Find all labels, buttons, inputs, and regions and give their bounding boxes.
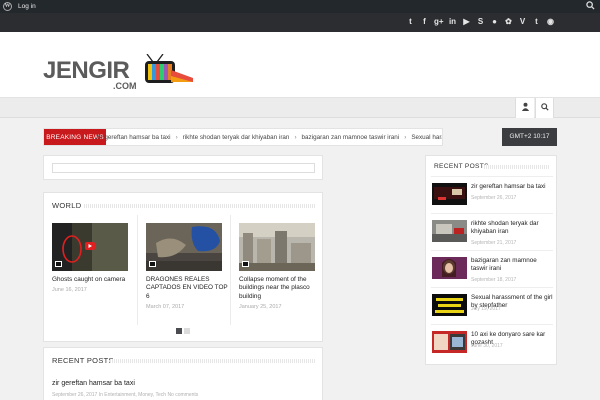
card-title[interactable]: DRAGONES REALES CAPTADOS EN VIDEO TOP 6 xyxy=(146,276,228,301)
flickr-icon[interactable]: ● xyxy=(490,16,499,27)
sidebar-post-title[interactable]: rikhte shodan teryak dar khiyaban iran xyxy=(471,220,553,236)
title-rule xyxy=(84,204,316,208)
login-link[interactable]: Log in xyxy=(18,3,36,10)
ticker-item[interactable]: Sexual harassment of the girl by stepfat… xyxy=(411,134,442,141)
sidebar-post-title[interactable]: zir gereftan hamsar ba taxi xyxy=(471,183,553,191)
sidebar-recent-posts: RECENT POSTS zir gereftan hamsar ba taxi… xyxy=(425,155,557,365)
search-input[interactable] xyxy=(52,163,315,173)
admin-bar: W Log in xyxy=(0,0,600,13)
sidebar-post-item[interactable]: bazigaran zan mamnoe taswir irani Septem… xyxy=(431,250,553,287)
linkedin-icon[interactable]: in xyxy=(448,16,457,27)
title-rule xyxy=(484,165,550,169)
post-thumbnail[interactable] xyxy=(432,220,467,242)
sidebar-post-date: September 21, 2017 xyxy=(471,240,517,246)
logo-com: .COM xyxy=(113,81,137,91)
ghost-thumbnail[interactable] xyxy=(52,223,128,271)
ticker-arrow-icon: › xyxy=(404,134,407,141)
video-icon xyxy=(242,261,249,267)
post-title[interactable]: zir gereftan hamsar ba taxi xyxy=(52,380,135,387)
divider xyxy=(137,215,138,325)
sidebar-post-date: June 30, 2017 xyxy=(471,343,503,349)
site-header: JENGIR .COM xyxy=(0,32,600,98)
rss-icon[interactable]: ◉ xyxy=(546,16,555,27)
carousel-dots xyxy=(176,328,190,334)
recent-posts-title: RECENT POSTS xyxy=(52,356,114,365)
ticker-arrow-icon: › xyxy=(294,134,297,141)
sidebar-post-date: September 18, 2017 xyxy=(471,277,517,283)
wordpress-logo-icon[interactable]: W xyxy=(3,2,12,11)
post-thumbnail[interactable] xyxy=(432,331,467,353)
ticker-arrow-icon: › xyxy=(175,134,178,141)
post-meta: September 26, 2017 In Entertainment, Mon… xyxy=(52,392,199,398)
sidebar-post-date: July 19, 2017 xyxy=(471,306,501,312)
card-title[interactable]: Ghosts caught on camera xyxy=(52,276,134,284)
vimeo-icon[interactable]: V xyxy=(518,16,527,27)
sidebar-post-item[interactable]: Sexual harassment of the girl by stepfat… xyxy=(431,287,553,324)
card-date: June 16, 2017 xyxy=(52,287,87,293)
card-title[interactable]: Collapse moment of the buildings near th… xyxy=(239,276,321,301)
nav-bar xyxy=(0,98,600,118)
breaking-news-ticker: BREAKING NEWS zir gereftan hamsar ba tax… xyxy=(43,128,443,146)
carousel-dot[interactable] xyxy=(176,328,182,334)
sidebar-post-item[interactable]: zir gereftan hamsar ba taxi September 26… xyxy=(431,176,553,213)
buildings-thumbnail[interactable] xyxy=(239,223,315,271)
clock: GMT+2 10:17 xyxy=(502,128,557,146)
world-title: WORLD xyxy=(52,201,82,210)
recent-posts-main: RECENT POSTS zir gereftan hamsar ba taxi… xyxy=(43,347,323,400)
site-logo[interactable]: JENGIR .COM xyxy=(43,43,203,93)
ticker-item[interactable]: rikhte shodan teryak dar khiyaban iran xyxy=(183,134,290,141)
sidebar-post-item[interactable]: rikhte shodan teryak dar khiyaban iran S… xyxy=(431,213,553,250)
skype-icon[interactable]: S xyxy=(476,16,485,27)
ticker-item[interactable]: bazigaran zan mamnoe taswir irani xyxy=(302,134,400,141)
facebook-icon[interactable]: f xyxy=(420,16,429,27)
title-rule xyxy=(110,359,316,363)
card-date: January 25, 2017 xyxy=(239,304,282,310)
twitter-icon[interactable]: t xyxy=(406,16,415,27)
carousel-dot[interactable] xyxy=(184,328,190,334)
world-section: WORLD Ghosts caught on camera June 16, 2… xyxy=(43,192,323,342)
post-thumbnail[interactable] xyxy=(432,183,467,205)
sidebar-post-title[interactable]: bazigaran zan mamnoe taswir irani xyxy=(471,257,553,273)
ticker-item[interactable]: zir gereftan hamsar ba taxi xyxy=(96,134,171,141)
post-thumbnail[interactable] xyxy=(432,257,467,279)
search-widget xyxy=(43,155,323,180)
google-plus-icon[interactable]: g+ xyxy=(434,16,444,27)
video-icon xyxy=(55,261,62,267)
divider xyxy=(230,215,231,325)
sidebar-post-date: September 26, 2017 xyxy=(471,195,517,201)
video-icon xyxy=(149,261,156,267)
post-thumbnail[interactable] xyxy=(432,294,467,316)
ticker-items: zir gereftan hamsar ba taxi › rikhte shoda… xyxy=(96,129,442,145)
sidebar-recent-title: RECENT POSTS xyxy=(434,163,489,170)
card-date: March 07, 2017 xyxy=(146,304,185,310)
social-icons: t f g+ in ▶ S ● ✿ Vt ◉ xyxy=(406,16,555,27)
dragon-thumbnail[interactable] xyxy=(146,223,222,271)
sidebar-post-item[interactable]: 10 axi ke donyaro sare kar gozasht June … xyxy=(431,324,553,361)
nav-search-icon[interactable] xyxy=(535,98,554,118)
social-bar: t f g+ in ▶ S ● ✿ Vt ◉ xyxy=(0,13,600,32)
youtube-icon[interactable]: ▶ xyxy=(462,16,471,27)
tv-logo-icon xyxy=(145,54,193,83)
tumblr-icon[interactable]: t xyxy=(532,16,541,27)
user-icon[interactable] xyxy=(515,98,534,118)
search-icon[interactable] xyxy=(586,1,595,12)
stumbleupon-icon[interactable]: ✿ xyxy=(504,16,513,27)
